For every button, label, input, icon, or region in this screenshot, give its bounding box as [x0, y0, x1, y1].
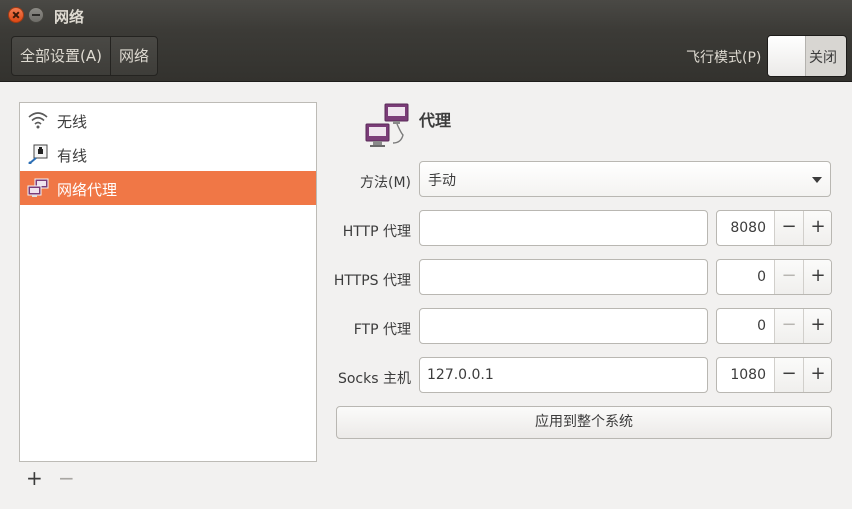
proxy-method-value: 手动 [428, 173, 456, 189]
device-list: 无线 有线 网络代理 [19, 102, 317, 462]
ftp-port-increment-button[interactable]: + [803, 309, 831, 343]
https-proxy-host-input[interactable] [419, 259, 708, 295]
http-proxy-host-input[interactable] [419, 210, 708, 246]
network-crumb[interactable]: 网络 [109, 37, 157, 75]
sidebar-item-network-proxy[interactable]: 网络代理 [20, 171, 316, 205]
wifi-icon [28, 112, 48, 129]
breadcrumb: 全部设置(A) 网络 [11, 36, 158, 76]
switch-state-label: 关闭 [809, 50, 837, 66]
title-bar: 网络 [0, 0, 852, 30]
sidebar-item-wireless[interactable]: 无线 [20, 103, 316, 137]
sidebar-item-label: 网络代理 [57, 181, 118, 199]
all-settings-button[interactable]: 全部设置(A) [12, 37, 110, 75]
socks-port-stepper[interactable]: 1080 − + [716, 357, 832, 393]
minimize-window-button[interactable] [28, 7, 44, 23]
proxy-method-select[interactable]: 手动 [419, 161, 831, 197]
content-area: 无线 有线 网络代理 + − 代理 方法(M) 手动 HTTP 代理 8080 … [0, 83, 852, 509]
https-proxy-label: HTTPS 代理 [333, 273, 411, 289]
ftp-port-decrement-button[interactable]: − [774, 309, 803, 343]
socks-port-decrement-button[interactable]: − [774, 358, 803, 392]
socks-host-label: Socks 主机 [337, 371, 411, 387]
ftp-proxy-port-value[interactable]: 0 [717, 309, 774, 343]
ftp-proxy-label: FTP 代理 [353, 322, 411, 338]
ftp-proxy-host-input[interactable] [419, 308, 708, 344]
network-proxy-icon [365, 103, 409, 147]
http-proxy-port-value[interactable]: 8080 [717, 211, 774, 245]
socks-port-value[interactable]: 1080 [717, 358, 774, 392]
socks-host-input[interactable] [419, 357, 708, 393]
header-bar: 全部设置(A) 网络 飞行模式(P) 关闭 [0, 30, 852, 82]
https-port-decrement-button[interactable]: − [774, 260, 803, 294]
method-label: 方法(M) [359, 175, 411, 191]
airplane-mode-switch[interactable]: 关闭 [767, 35, 847, 77]
airplane-mode-label: 飞行模式(P) [686, 50, 762, 66]
https-proxy-port-stepper[interactable]: 0 − + [716, 259, 832, 295]
panel-title: 代理 [419, 111, 452, 130]
https-proxy-port-value[interactable]: 0 [717, 260, 774, 294]
switch-knob[interactable] [768, 36, 806, 76]
chevron-down-icon [812, 177, 822, 183]
sidebar-item-wired[interactable]: 有线 [20, 137, 316, 171]
socks-port-increment-button[interactable]: + [803, 358, 831, 392]
sidebar-item-label: 无线 [57, 113, 88, 131]
wired-network-icon [28, 144, 48, 164]
sidebar-item-label: 有线 [57, 147, 88, 165]
http-port-increment-button[interactable]: + [803, 211, 831, 245]
http-proxy-label: HTTP 代理 [342, 224, 411, 240]
window-title: 网络 [54, 8, 85, 26]
add-connection-button[interactable]: + [26, 466, 43, 490]
https-port-increment-button[interactable]: + [803, 260, 831, 294]
close-window-button[interactable] [8, 7, 24, 23]
ftp-proxy-port-stepper[interactable]: 0 − + [716, 308, 832, 344]
http-proxy-port-stepper[interactable]: 8080 − + [716, 210, 832, 246]
network-proxy-icon [27, 178, 49, 197]
apply-system-wide-button[interactable]: 应用到整个系统 [336, 406, 832, 439]
remove-connection-button[interactable]: − [58, 466, 75, 490]
http-port-decrement-button[interactable]: − [774, 211, 803, 245]
